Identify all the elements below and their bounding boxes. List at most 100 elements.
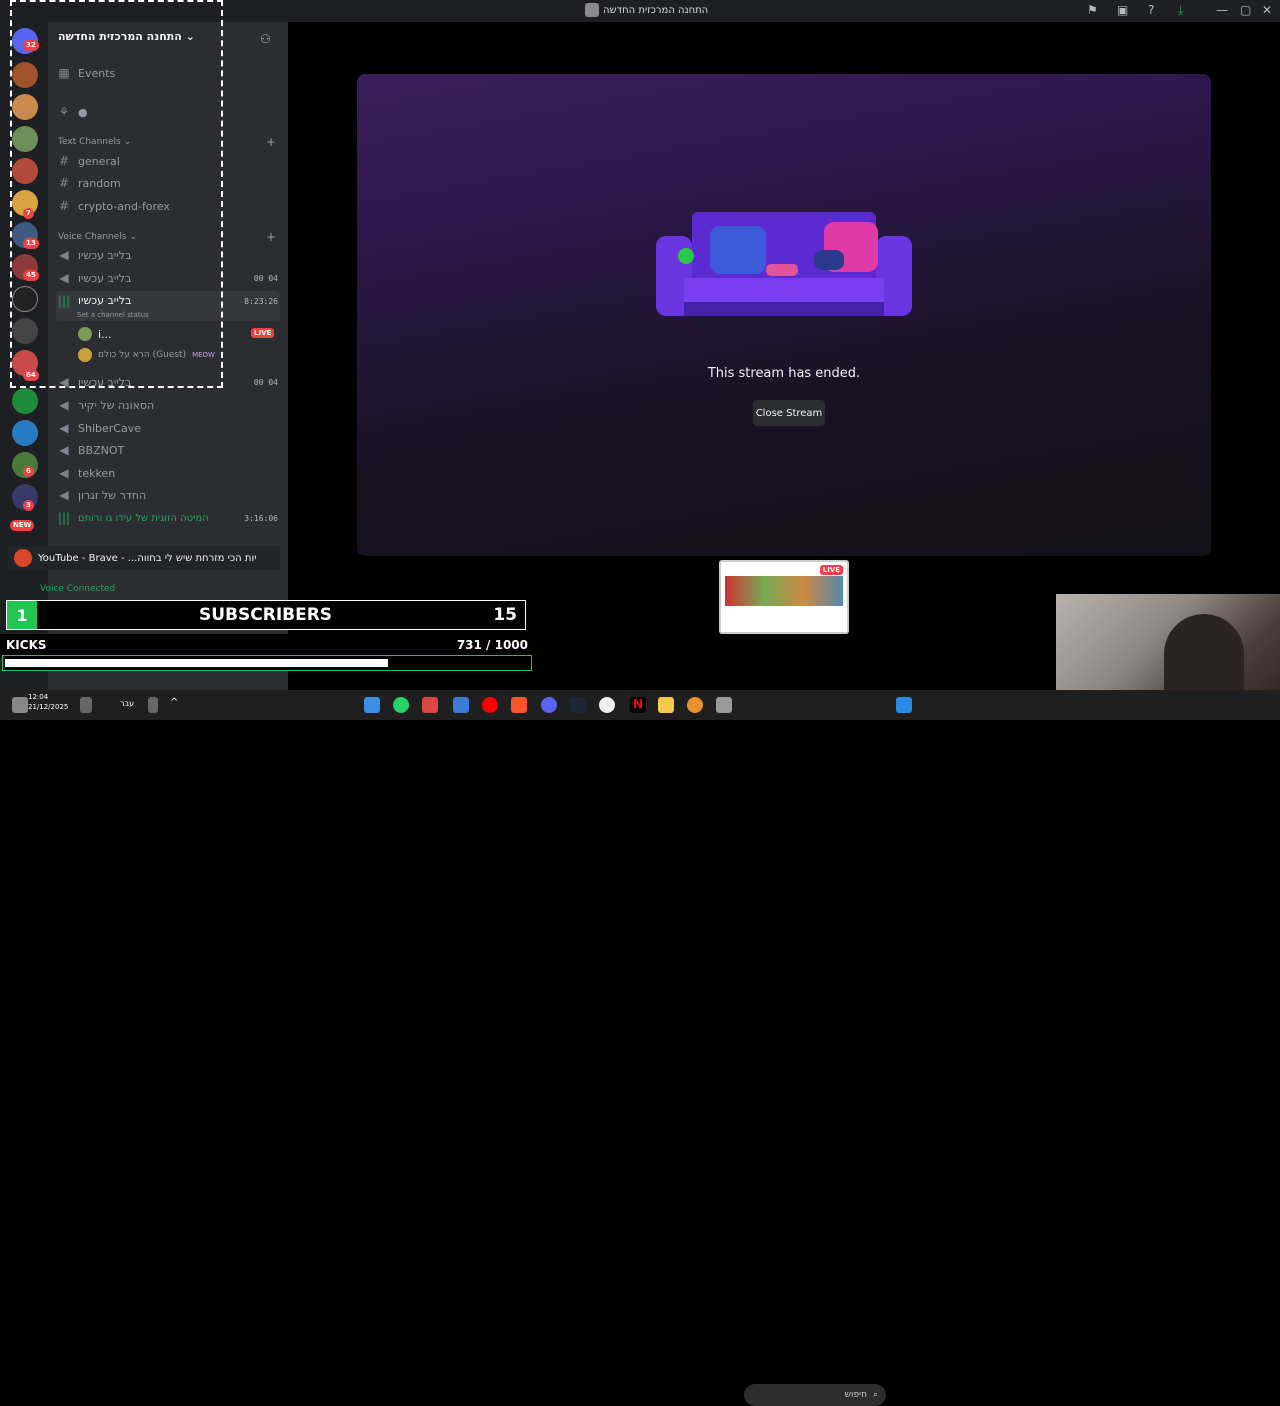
whatsapp-icon[interactable] <box>393 697 409 713</box>
avatar <box>78 348 92 362</box>
subscribers-count: 15 <box>493 605 517 625</box>
search-placeholder: חיפוש <box>844 1390 867 1400</box>
title-bar: התחנה המרכזית החדשה ⚑ ▣ ? ⤓ — ▢ ✕ <box>0 0 1280 22</box>
youtube-share-bar[interactable]: YouTube - Brave - ...יות הכי מזרחת שיש ל… <box>8 546 280 570</box>
channel-label: crypto-and-forex <box>78 199 170 213</box>
guild-icon[interactable] <box>12 286 38 312</box>
rank-number: 1 <box>7 601 37 629</box>
guild-icon[interactable] <box>12 388 38 414</box>
chevron-up-icon[interactable]: ^ <box>170 697 178 708</box>
voice-channel[interactable]: ◀ הסאונה של יקיר <box>56 395 280 415</box>
brave-icon[interactable] <box>511 697 527 713</box>
voice-channel[interactable]: ◀ בלייב עכשיו <box>56 372 280 392</box>
app-icon[interactable] <box>716 697 732 713</box>
couch-illustration <box>656 212 912 332</box>
guild-badge: 13 <box>23 238 39 249</box>
add-voice-channel-icon[interactable]: + <box>266 230 276 244</box>
help-icon[interactable]: ? <box>1148 3 1154 17</box>
voice-channel[interactable]: ◀ BBZNOT <box>56 440 280 460</box>
guild-icon[interactable] <box>12 318 38 344</box>
kicks-label: KICKS <box>6 638 47 652</box>
channel-label: החדר של זגרון <box>78 488 147 502</box>
youtube-icon[interactable] <box>482 697 498 713</box>
kicks-value: 731 / 1000 <box>456 638 528 652</box>
voice-user[interactable]: i... <box>78 324 278 344</box>
speaker-icon: ◀ <box>59 466 69 480</box>
taskbar-clock[interactable]: 12:04 21/12/2025 <box>28 692 68 712</box>
language-indicator[interactable]: עבר <box>120 699 134 708</box>
inbox-icon[interactable]: ▣ <box>1117 3 1128 17</box>
events-item[interactable]: ▦ Events <box>56 63 280 83</box>
channel-label: tekken <box>78 466 116 480</box>
add-text-channel-icon[interactable]: + <box>266 135 276 149</box>
steam-icon[interactable] <box>570 697 586 713</box>
voice-category[interactable]: Voice Channels ⌄ <box>58 232 137 242</box>
close-icon[interactable]: ✕ <box>1262 3 1272 17</box>
cookie-icon: ● <box>78 105 88 119</box>
voice-channel[interactable]: ◀ ShiberCave <box>56 418 280 438</box>
close-stream-button[interactable]: Close Stream <box>753 400 825 426</box>
hash-icon: # <box>58 154 70 168</box>
weather-icon[interactable] <box>12 697 28 713</box>
voice-user[interactable]: הרא על כולם (Guest) MEOW <box>78 345 278 365</box>
speaker-icon: ◀ <box>59 271 69 285</box>
server-name[interactable]: התחנה המרכזית החדשה ⌄ <box>58 30 195 43</box>
voice-channel[interactable]: ◀ בלייב עכשיו <box>56 245 280 265</box>
channel-timer: 8:23:26 <box>244 297 278 306</box>
chatgpt-icon[interactable] <box>599 697 615 713</box>
windows-start-icon[interactable] <box>896 697 912 713</box>
netflix-icon[interactable]: N <box>630 697 646 713</box>
text-category[interactable]: Text Channels ⌄ <box>58 137 131 147</box>
guild-icon[interactable] <box>12 62 38 88</box>
speaker-icon: ◀ <box>59 443 69 457</box>
clock-time: 12:04 <box>28 693 49 701</box>
guild-badge: 32 <box>23 40 39 51</box>
speaker-icon: ◀ <box>59 488 69 502</box>
channel-browse[interactable]: ⚘ ● <box>56 102 280 122</box>
search-icon: ⌕ <box>872 1390 878 1400</box>
channel-label: המיטה הזוגית של עידו גו ורותם <box>78 512 209 524</box>
events-label: Events <box>78 66 116 80</box>
channel-random[interactable]: # random <box>56 173 280 193</box>
guild-badge: 45 <box>23 270 39 281</box>
speaker-icon: ◀ <box>59 375 69 389</box>
add-member-icon[interactable]: ⚇ <box>260 32 271 46</box>
channel-timer: 00 04 <box>253 274 278 283</box>
stream-area: This stream has ended. Close Stream LIVE <box>288 22 1280 690</box>
voice-channel[interactable]: ◀ בלייב עכשיו <box>56 268 280 288</box>
calendar-icon: ▦ <box>58 66 70 80</box>
stream-stage: This stream has ended. Close Stream <box>357 74 1211 556</box>
guild-icon[interactable] <box>12 420 38 446</box>
download-icon[interactable]: ⤓ <box>1178 3 1183 18</box>
volume-icon[interactable] <box>80 697 92 713</box>
stream-thumbnail[interactable]: LIVE <box>719 560 849 634</box>
kicks-progress-fill <box>5 659 388 667</box>
guild-icon[interactable] <box>12 158 38 184</box>
guild-icon[interactable] <box>12 126 38 152</box>
channel-label: general <box>78 154 120 168</box>
mic-icon[interactable] <box>148 697 158 713</box>
taskbar-search[interactable]: חיפוש ⌕ <box>744 1384 886 1406</box>
thumbnail-image <box>725 576 843 606</box>
channel-crypto[interactable]: # crypto-and-forex <box>56 196 280 216</box>
voice-channel[interactable]: ◀ tekken <box>56 463 280 483</box>
subscribers-overlay: 1 SUBSCRIBERS 15 <box>6 600 526 630</box>
server-name-text: התחנה המרכזית החדשה <box>58 30 182 43</box>
app-icon[interactable] <box>364 697 380 713</box>
guild-icon[interactable] <box>12 94 38 120</box>
voice-channel[interactable]: ◀ החדר של זגרון <box>56 485 280 505</box>
minimize-icon[interactable]: — <box>1216 3 1228 17</box>
app-icon[interactable] <box>453 697 469 713</box>
guild-badge: 3 <box>23 500 34 511</box>
window-title: התחנה המרכזית החדשה <box>585 3 708 17</box>
voice-category-label: Voice Channels <box>58 232 127 242</box>
discord-icon[interactable] <box>541 697 557 713</box>
share-title: YouTube - Brave - ...יות הכי מזרחת שיש ל… <box>38 552 257 564</box>
flag-icon[interactable]: ⚑ <box>1087 3 1098 17</box>
channel-general[interactable]: # general <box>56 151 280 171</box>
folder-icon[interactable] <box>658 697 674 713</box>
maximize-icon[interactable]: ▢ <box>1240 3 1251 17</box>
channel-status[interactable]: Set a channel status <box>77 311 149 319</box>
app-icon[interactable] <box>422 697 438 713</box>
app-icon[interactable] <box>687 697 703 713</box>
